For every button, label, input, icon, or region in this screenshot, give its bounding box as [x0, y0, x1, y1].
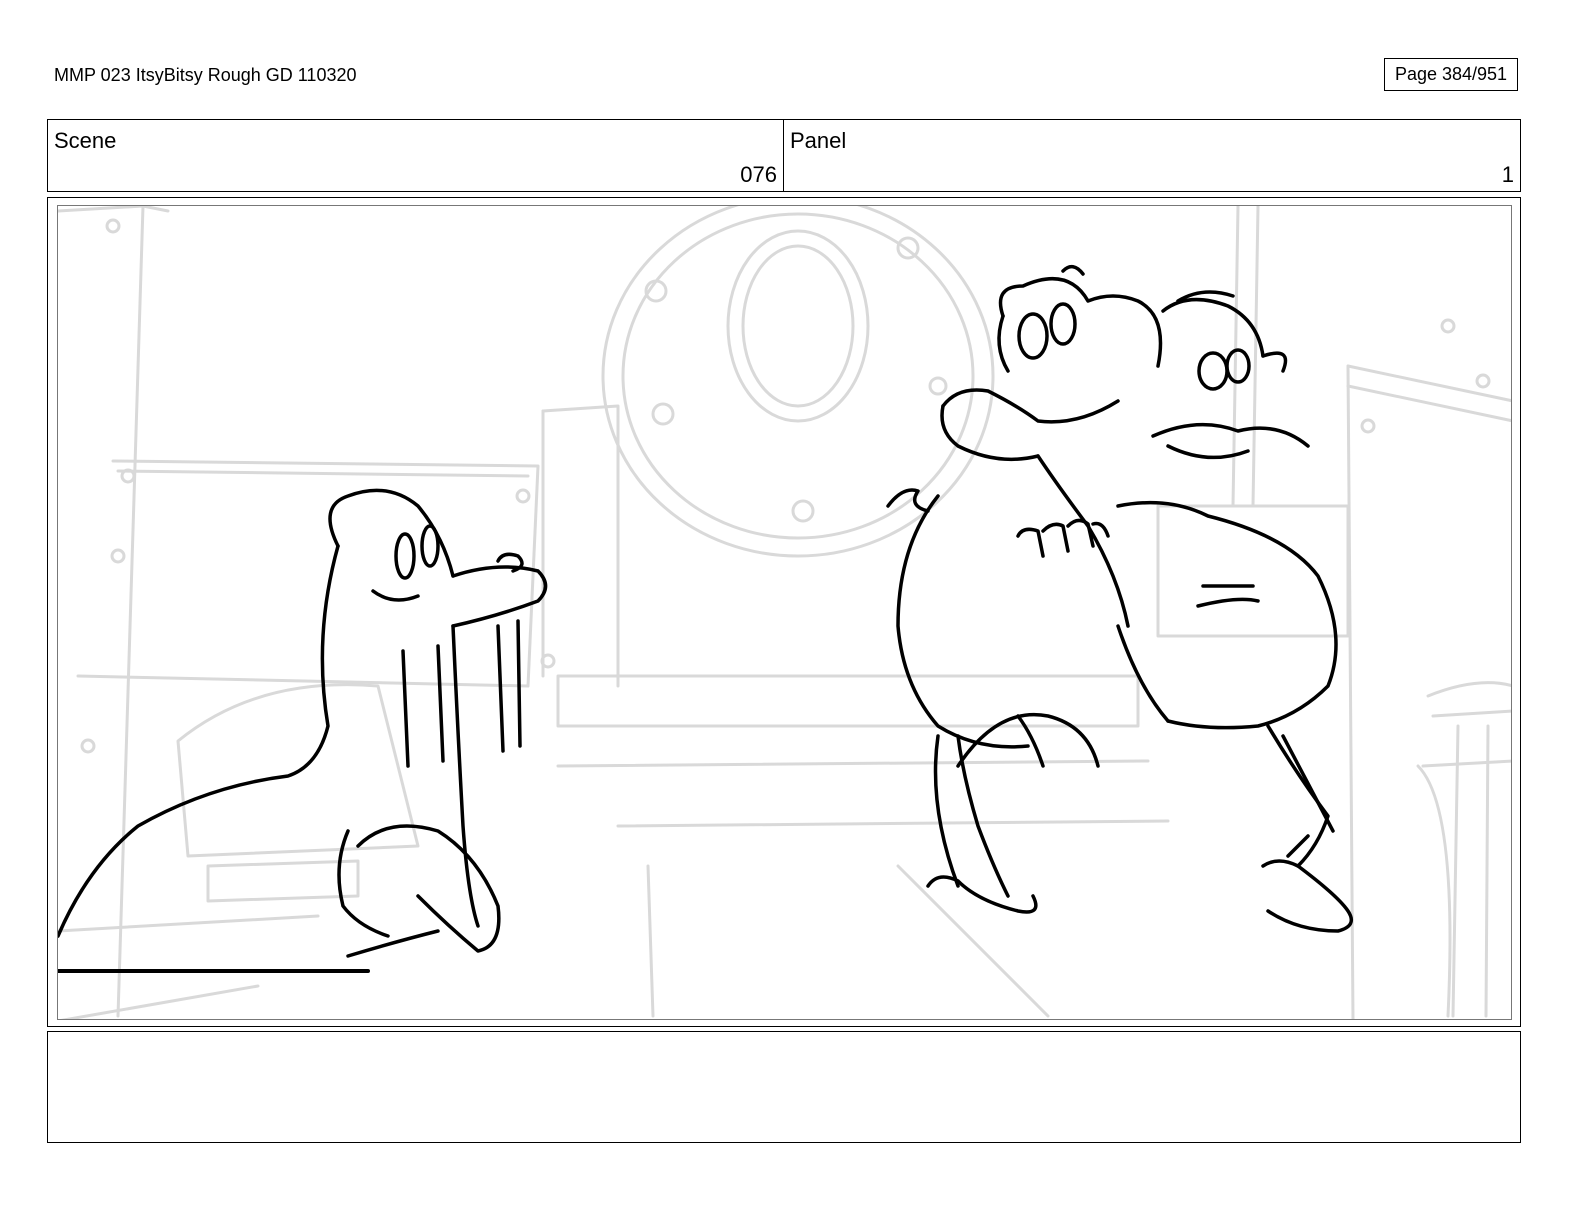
panel-cell: Panel 1 [784, 120, 1520, 191]
background-layout [58, 206, 1511, 1019]
storyboard-panel-image [57, 205, 1512, 1020]
scene-number: 076 [740, 162, 777, 187]
panel-number: 1 [1501, 162, 1514, 187]
storyboard-sketch-icon [58, 206, 1511, 1019]
scene-cell: Scene 076 [48, 120, 784, 191]
notes-box [47, 1031, 1521, 1143]
scene-panel-header: Scene 076 Panel 1 [47, 119, 1521, 192]
sailor-and-frog-characters [886, 264, 1354, 933]
scene-label: Scene [54, 128, 117, 153]
panel-label: Panel [790, 128, 847, 153]
page-number-badge: Page 384/951 [1384, 58, 1518, 91]
document-title: MMP 023 ItsyBitsy Rough GD 110320 [54, 65, 357, 85]
